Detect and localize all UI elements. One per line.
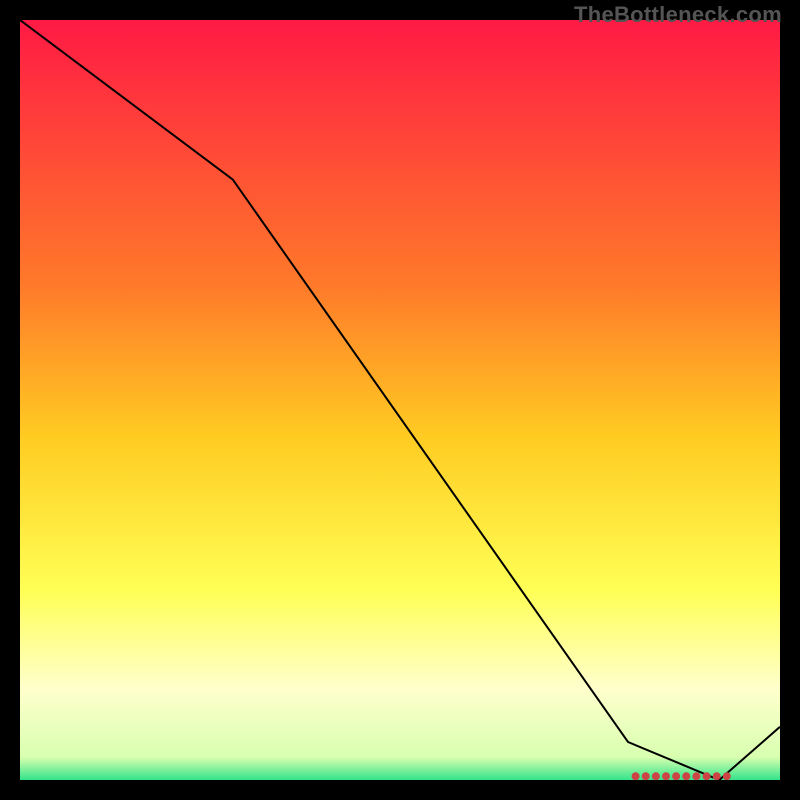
marker-point	[682, 772, 690, 780]
marker-point	[632, 772, 640, 780]
chart-plot	[20, 20, 780, 780]
marker-point	[662, 772, 670, 780]
marker-point	[652, 772, 660, 780]
marker-point	[642, 772, 650, 780]
plot-background	[20, 20, 780, 780]
watermark-text: TheBottleneck.com	[574, 2, 782, 28]
chart-frame: TheBottleneck.com	[0, 0, 800, 800]
marker-point	[713, 772, 721, 780]
marker-point	[723, 772, 731, 780]
marker-point	[692, 772, 700, 780]
marker-point	[703, 772, 711, 780]
marker-point	[672, 772, 680, 780]
